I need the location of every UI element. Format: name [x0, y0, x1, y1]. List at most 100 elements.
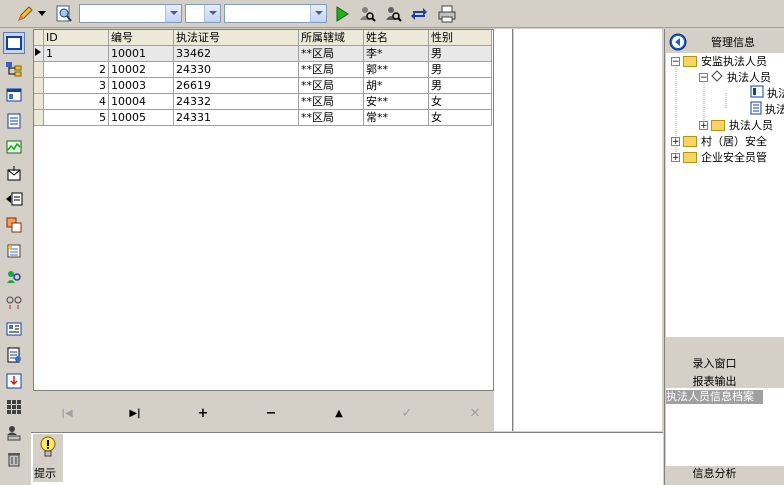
- tree-node[interactable]: + 村（居）安全: [671, 133, 767, 149]
- cell-name[interactable]: 李*: [363, 45, 429, 62]
- cell-cert[interactable]: 24332: [173, 93, 299, 110]
- cell-cert[interactable]: 33462: [173, 45, 299, 62]
- tree-node[interactable]: 执法: [750, 101, 784, 117]
- cell-code[interactable]: 10004: [108, 93, 174, 110]
- filter-combo-2[interactable]: [185, 4, 221, 23]
- cell-area[interactable]: **区局: [298, 61, 364, 78]
- tree-node[interactable]: 执法: [750, 85, 784, 101]
- table-row[interactable]: 5 10005 24331 **区局 常** 女: [34, 109, 492, 126]
- column-header[interactable]: 所属辖域: [298, 30, 364, 46]
- info-analysis-button[interactable]: 信息分析: [666, 466, 763, 482]
- cell-area[interactable]: **区局: [298, 109, 364, 126]
- cell-sex[interactable]: 男: [428, 45, 492, 62]
- filter-combo-1[interactable]: [79, 4, 182, 23]
- expand-icon[interactable]: +: [671, 136, 680, 146]
- hint-button[interactable]: 提示: [33, 434, 63, 482]
- collapse-left-icon[interactable]: [668, 33, 688, 54]
- last-record-button[interactable]: ▶|: [125, 405, 145, 421]
- table-row[interactable]: 1 10001 33462 **区局 李* 男: [34, 45, 492, 62]
- expand-icon[interactable]: +: [671, 152, 680, 162]
- cell-name[interactable]: 安**: [363, 93, 429, 110]
- expand-icon[interactable]: +: [699, 120, 708, 130]
- column-header[interactable]: 姓名: [363, 30, 429, 46]
- column-header[interactable]: 编号: [108, 30, 174, 46]
- tree-node-label: 村（居）安全: [701, 135, 767, 148]
- table-row[interactable]: 2 10002 24330 **区局 郭** 男: [34, 61, 492, 78]
- cell-code[interactable]: 10002: [108, 61, 174, 78]
- cell-id[interactable]: 1: [43, 45, 109, 62]
- filter-combo-3[interactable]: [224, 4, 327, 23]
- table-row[interactable]: 3 10003 26619 **区局 胡* 男: [34, 77, 492, 94]
- dropdown-arrow-icon[interactable]: [36, 3, 48, 25]
- settings-list-icon[interactable]: [3, 240, 25, 262]
- chart-icon[interactable]: [3, 136, 25, 158]
- cell-name[interactable]: 胡*: [363, 77, 429, 94]
- cancel-record-button[interactable]: ✕: [465, 405, 485, 421]
- cell-name[interactable]: 常**: [363, 109, 429, 126]
- column-header[interactable]: 执法证号: [173, 30, 299, 46]
- cell-code[interactable]: 10001: [108, 45, 174, 62]
- export-icon[interactable]: [3, 188, 25, 210]
- print-icon[interactable]: [436, 3, 458, 25]
- window-icon[interactable]: [3, 84, 25, 106]
- cell-area[interactable]: **区局: [298, 93, 364, 110]
- refresh-icon[interactable]: [408, 3, 430, 25]
- find-icon[interactable]: [53, 3, 75, 25]
- cell-sex[interactable]: 女: [428, 93, 492, 110]
- cell-name[interactable]: 郭**: [363, 61, 429, 78]
- document-icon[interactable]: [3, 110, 25, 132]
- search-people-icon[interactable]: [356, 3, 378, 25]
- chevron-down-icon[interactable]: [310, 5, 326, 22]
- cell-sex[interactable]: 男: [428, 77, 492, 94]
- tree-node[interactable]: + 执法人员: [699, 117, 773, 133]
- cell-cert[interactable]: 24330: [173, 61, 299, 78]
- row-indicator: [34, 109, 44, 126]
- edit-record-button[interactable]: ▲: [329, 405, 349, 421]
- first-record-button[interactable]: |◀: [57, 405, 77, 421]
- trash-icon[interactable]: [3, 448, 25, 470]
- cell-area[interactable]: **区局: [298, 45, 364, 62]
- indicator-header: [34, 30, 44, 46]
- mail-icon[interactable]: [3, 162, 25, 184]
- run-icon[interactable]: [331, 3, 353, 25]
- copy-icon[interactable]: [3, 214, 25, 236]
- link-icon[interactable]: [3, 292, 25, 314]
- cell-cert[interactable]: 24331: [173, 109, 299, 126]
- table-row[interactable]: 4 10004 24332 **区局 安** 女: [34, 93, 492, 110]
- cell-sex[interactable]: 女: [428, 109, 492, 126]
- cell-id[interactable]: 2: [43, 61, 109, 78]
- people-search-icon[interactable]: [3, 266, 25, 288]
- tree-node[interactable]: + 企业安全员管: [671, 149, 767, 165]
- tree-node[interactable]: − 安监执法人员: [671, 53, 767, 69]
- tree-node[interactable]: − 执法人员: [699, 69, 771, 85]
- list-item[interactable]: 执法人员信息档案: [666, 390, 763, 404]
- cell-id[interactable]: 4: [43, 93, 109, 110]
- cell-code[interactable]: 10003: [108, 77, 174, 94]
- chevron-down-icon[interactable]: [204, 5, 220, 22]
- grid-icon[interactable]: [3, 396, 25, 418]
- toolbar: [0, 0, 784, 28]
- cell-id[interactable]: 5: [43, 109, 109, 126]
- chevron-down-icon[interactable]: [165, 5, 181, 22]
- org-chart-icon[interactable]: [3, 58, 25, 80]
- cell-area[interactable]: **区局: [298, 77, 364, 94]
- column-header[interactable]: ID: [43, 30, 109, 46]
- pencil-icon[interactable]: [14, 3, 36, 25]
- cell-id[interactable]: 3: [43, 77, 109, 94]
- file-list-icon[interactable]: [3, 344, 25, 366]
- collapse-icon[interactable]: −: [671, 56, 680, 66]
- cell-code[interactable]: 10005: [108, 109, 174, 126]
- report-icon[interactable]: [3, 318, 25, 340]
- collapse-icon[interactable]: −: [699, 72, 708, 82]
- entry-window-button[interactable]: 录入窗口: [666, 356, 763, 372]
- user-search-icon[interactable]: [382, 3, 404, 25]
- import-icon[interactable]: [3, 370, 25, 392]
- post-record-button[interactable]: ✓: [397, 405, 417, 421]
- delete-record-button[interactable]: −: [261, 405, 281, 421]
- cell-sex[interactable]: 男: [428, 61, 492, 78]
- user-settings-icon[interactable]: [3, 422, 25, 444]
- form-view-icon[interactable]: [3, 32, 25, 54]
- cell-cert[interactable]: 26619: [173, 77, 299, 94]
- insert-record-button[interactable]: +: [193, 405, 213, 421]
- column-header[interactable]: 性别: [428, 30, 492, 46]
